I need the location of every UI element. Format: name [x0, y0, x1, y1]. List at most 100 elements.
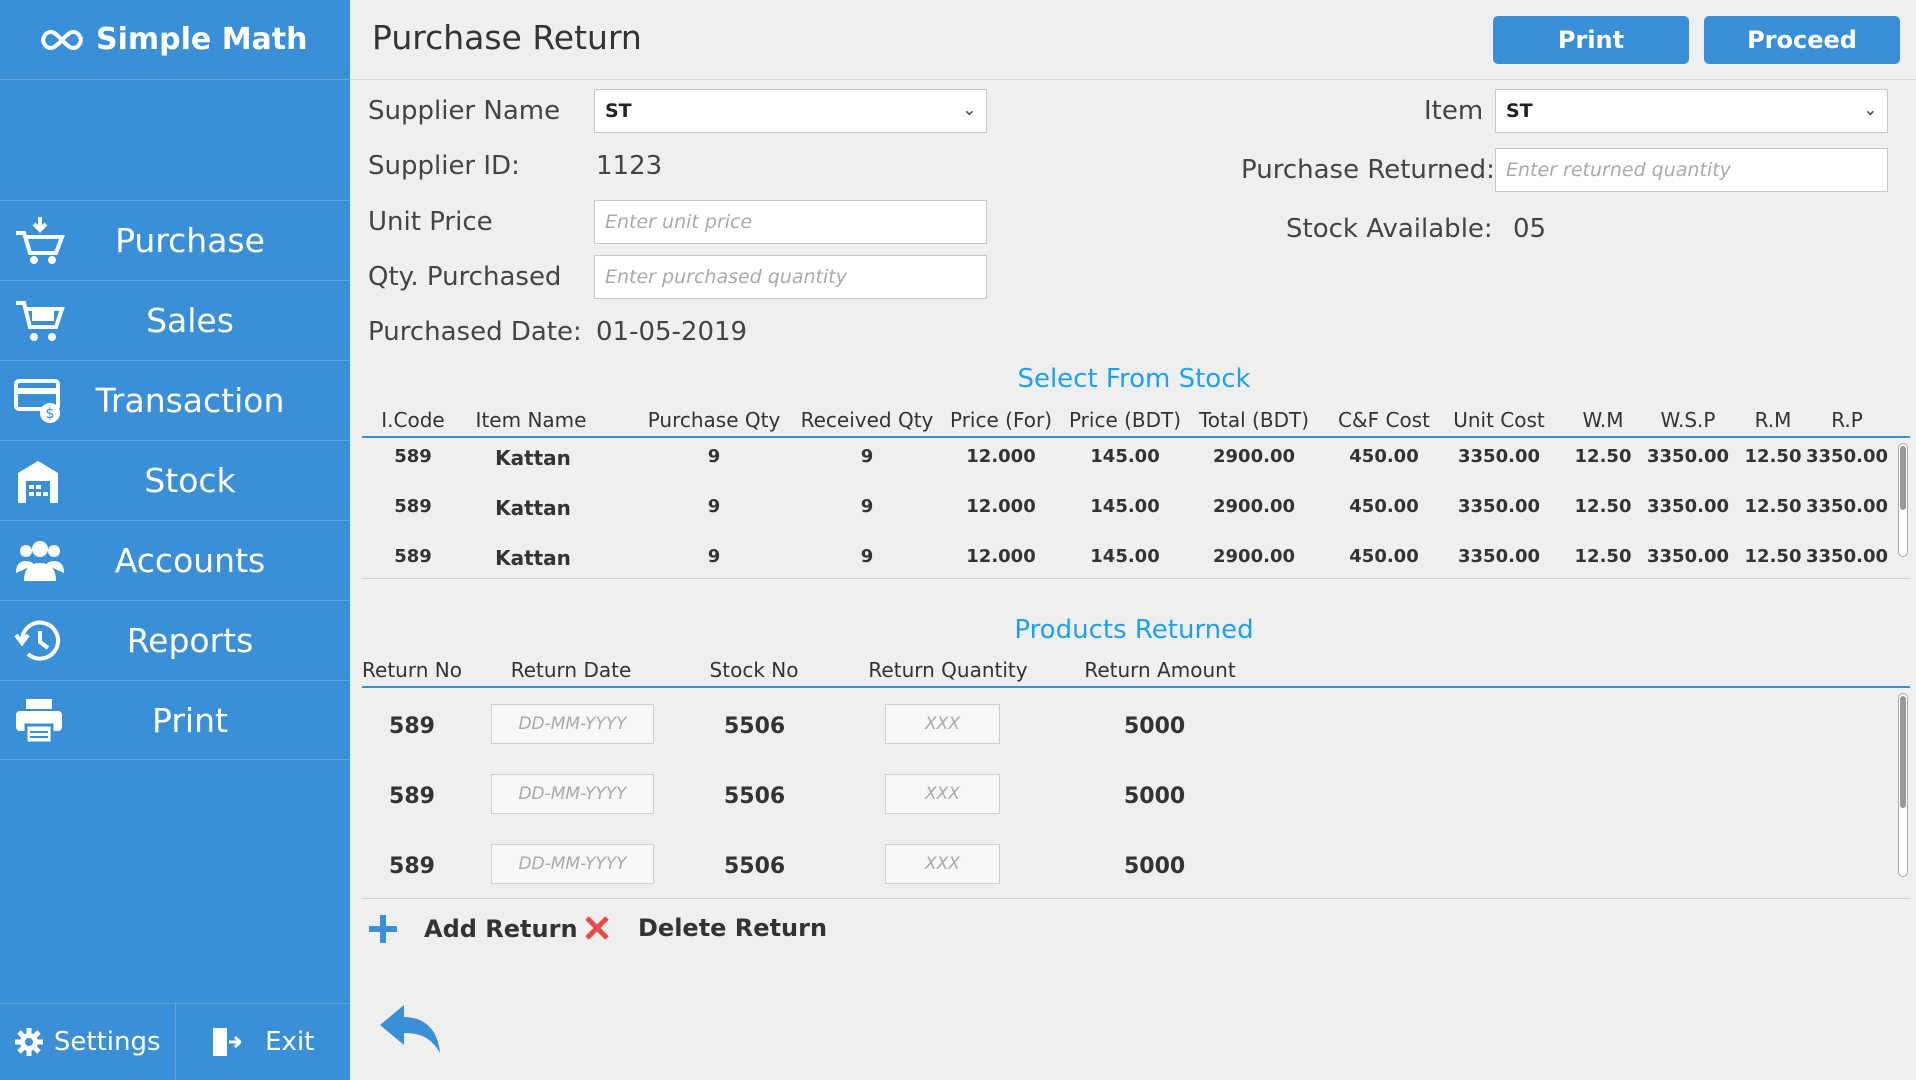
card-money-icon: $: [14, 379, 60, 423]
table-cell: 145.00: [1090, 496, 1160, 517]
print-button[interactable]: Print: [1493, 16, 1689, 64]
table-cell: 145.00: [1090, 546, 1160, 567]
stock-available-label: Stock Available:: [1286, 214, 1493, 244]
plus-icon: [369, 915, 397, 943]
table-cell: 2900.00: [1213, 496, 1295, 517]
table-cell: 3350.00: [1458, 546, 1540, 567]
item-select[interactable]: ST ⌄: [1495, 89, 1888, 133]
unit-price-input[interactable]: Enter unit price: [594, 200, 987, 244]
settings-button[interactable]: Settings: [0, 1004, 175, 1080]
table-cell: 589: [394, 496, 432, 517]
table-cell: 12.50: [1744, 496, 1802, 517]
table-cell: 3350.00: [1647, 546, 1729, 567]
table-cell: 3350.00: [1806, 546, 1888, 567]
sidebar-item-reports[interactable]: Reports: [0, 600, 350, 680]
table-cell: 2900.00: [1213, 546, 1295, 567]
stock-col-header: R.P: [1831, 408, 1863, 432]
qty-purchased-label: Qty. Purchased: [368, 262, 562, 292]
table-cell: 12.50: [1574, 546, 1632, 567]
returns-col-header: Return No: [362, 658, 462, 682]
return-quantity-input[interactable]: XXX: [885, 774, 1000, 814]
return-no-cell: 589: [389, 784, 435, 809]
proceed-button[interactable]: Proceed: [1704, 16, 1900, 64]
warehouse-icon: [18, 461, 58, 503]
table-cell: 12.50: [1744, 446, 1802, 467]
exit-door-icon: [213, 1028, 242, 1056]
sidebar-item-print[interactable]: Print: [0, 680, 350, 760]
return-amount-cell: 5000: [1124, 784, 1186, 809]
stock-table-scrollbar[interactable]: [1898, 443, 1908, 557]
return-quantity-input[interactable]: XXX: [885, 844, 1000, 884]
table-cell: 12.50: [1574, 496, 1632, 517]
stock-col-header: R.M: [1754, 408, 1792, 432]
stock-col-header: Price (BDT): [1068, 408, 1182, 432]
table-cell: 12.50: [1744, 546, 1802, 567]
exit-label: Exit: [265, 1027, 315, 1057]
brand: Simple Math: [0, 0, 350, 80]
return-date-input[interactable]: DD-MM-YYYY: [491, 774, 654, 814]
table-cell: 12.000: [966, 546, 1036, 567]
stock-col-header: I.Code: [381, 408, 445, 432]
table-cell: 3350.00: [1458, 496, 1540, 517]
stock-col-header: C&F Cost: [1338, 408, 1430, 432]
table-cell: 9: [707, 496, 721, 517]
return-quantity-input[interactable]: XXX: [885, 704, 1000, 744]
table-cell: 12.50: [1574, 446, 1632, 467]
returns-table-bottom-divider: [362, 898, 1910, 899]
stock-no-cell: 5506: [724, 714, 786, 739]
back-arrow-icon[interactable]: [378, 1003, 442, 1059]
returns-table-scrollbar[interactable]: [1898, 693, 1908, 877]
returns-table-title: Products Returned: [1014, 615, 1254, 645]
return-date-input[interactable]: DD-MM-YYYY: [491, 704, 654, 744]
add-return-button[interactable]: Add Return: [368, 914, 578, 944]
return-date-input[interactable]: DD-MM-YYYY: [491, 844, 654, 884]
purchased-date-value: 01-05-2019: [596, 317, 748, 347]
supplier-id-label: Supplier ID:: [368, 151, 520, 181]
sidebar-item-sales[interactable]: Sales: [0, 280, 350, 360]
chevron-down-icon: ⌄: [962, 100, 976, 119]
cart-icon: [16, 301, 65, 341]
table-cell: 9: [707, 446, 721, 467]
stock-table-bottom-divider: [362, 578, 1910, 579]
stock-col-header: Item Name: [475, 408, 587, 432]
table-cell: Kattan: [495, 546, 571, 570]
table-cell: 9: [707, 546, 721, 567]
gear-icon: [14, 1028, 43, 1056]
printer-icon: [16, 699, 62, 745]
purchase-returned-label: Purchase Returned:: [1241, 155, 1495, 185]
add-return-label: Add Return: [424, 915, 578, 943]
exit-button[interactable]: Exit: [174, 1004, 351, 1080]
page-title: Purchase Return: [372, 18, 642, 57]
table-cell: 3350.00: [1806, 496, 1888, 517]
stock-no-cell: 5506: [724, 784, 786, 809]
sidebar-item-transaction[interactable]: $ Transaction: [0, 360, 350, 440]
table-cell: 9: [860, 446, 874, 467]
return-no-cell: 589: [389, 714, 435, 739]
sidebar-item-purchase[interactable]: Purchase: [0, 200, 350, 280]
table-cell: 145.00: [1090, 446, 1160, 467]
qty-purchased-input[interactable]: Enter purchased quantity: [594, 255, 987, 299]
table-cell: 3350.00: [1647, 496, 1729, 517]
chevron-down-icon: ⌄: [1863, 100, 1877, 119]
stock-col-header: W.S.P: [1660, 408, 1716, 432]
sidebar: Simple Math Purchase Sales $ Transaction…: [0, 0, 350, 1080]
svg-text:$: $: [46, 406, 55, 422]
table-cell: 3350.00: [1458, 446, 1540, 467]
sidebar-item-stock[interactable]: Stock: [0, 440, 350, 520]
sidebar-item-accounts[interactable]: Accounts: [0, 520, 350, 600]
delete-return-label: Delete Return: [638, 914, 828, 942]
stock-no-cell: 5506: [724, 854, 786, 879]
supplier-name-select[interactable]: ST ⌄: [594, 89, 987, 133]
returns-col-header: Return Date: [510, 658, 632, 682]
infinity-icon: [40, 29, 84, 50]
table-cell: 589: [394, 446, 432, 467]
settings-label: Settings: [53, 1027, 161, 1057]
return-amount-cell: 5000: [1124, 714, 1186, 739]
returns-table-header-divider: [362, 686, 1910, 688]
purchase-returned-input[interactable]: Enter returned quantity: [1495, 148, 1888, 192]
stock-col-header: Received Qty: [800, 408, 934, 432]
table-cell: 12.000: [966, 446, 1036, 467]
delete-return-button[interactable]: Delete Return: [584, 914, 827, 942]
table-cell: 12.000: [966, 496, 1036, 517]
returns-col-header: Stock No: [709, 658, 799, 682]
